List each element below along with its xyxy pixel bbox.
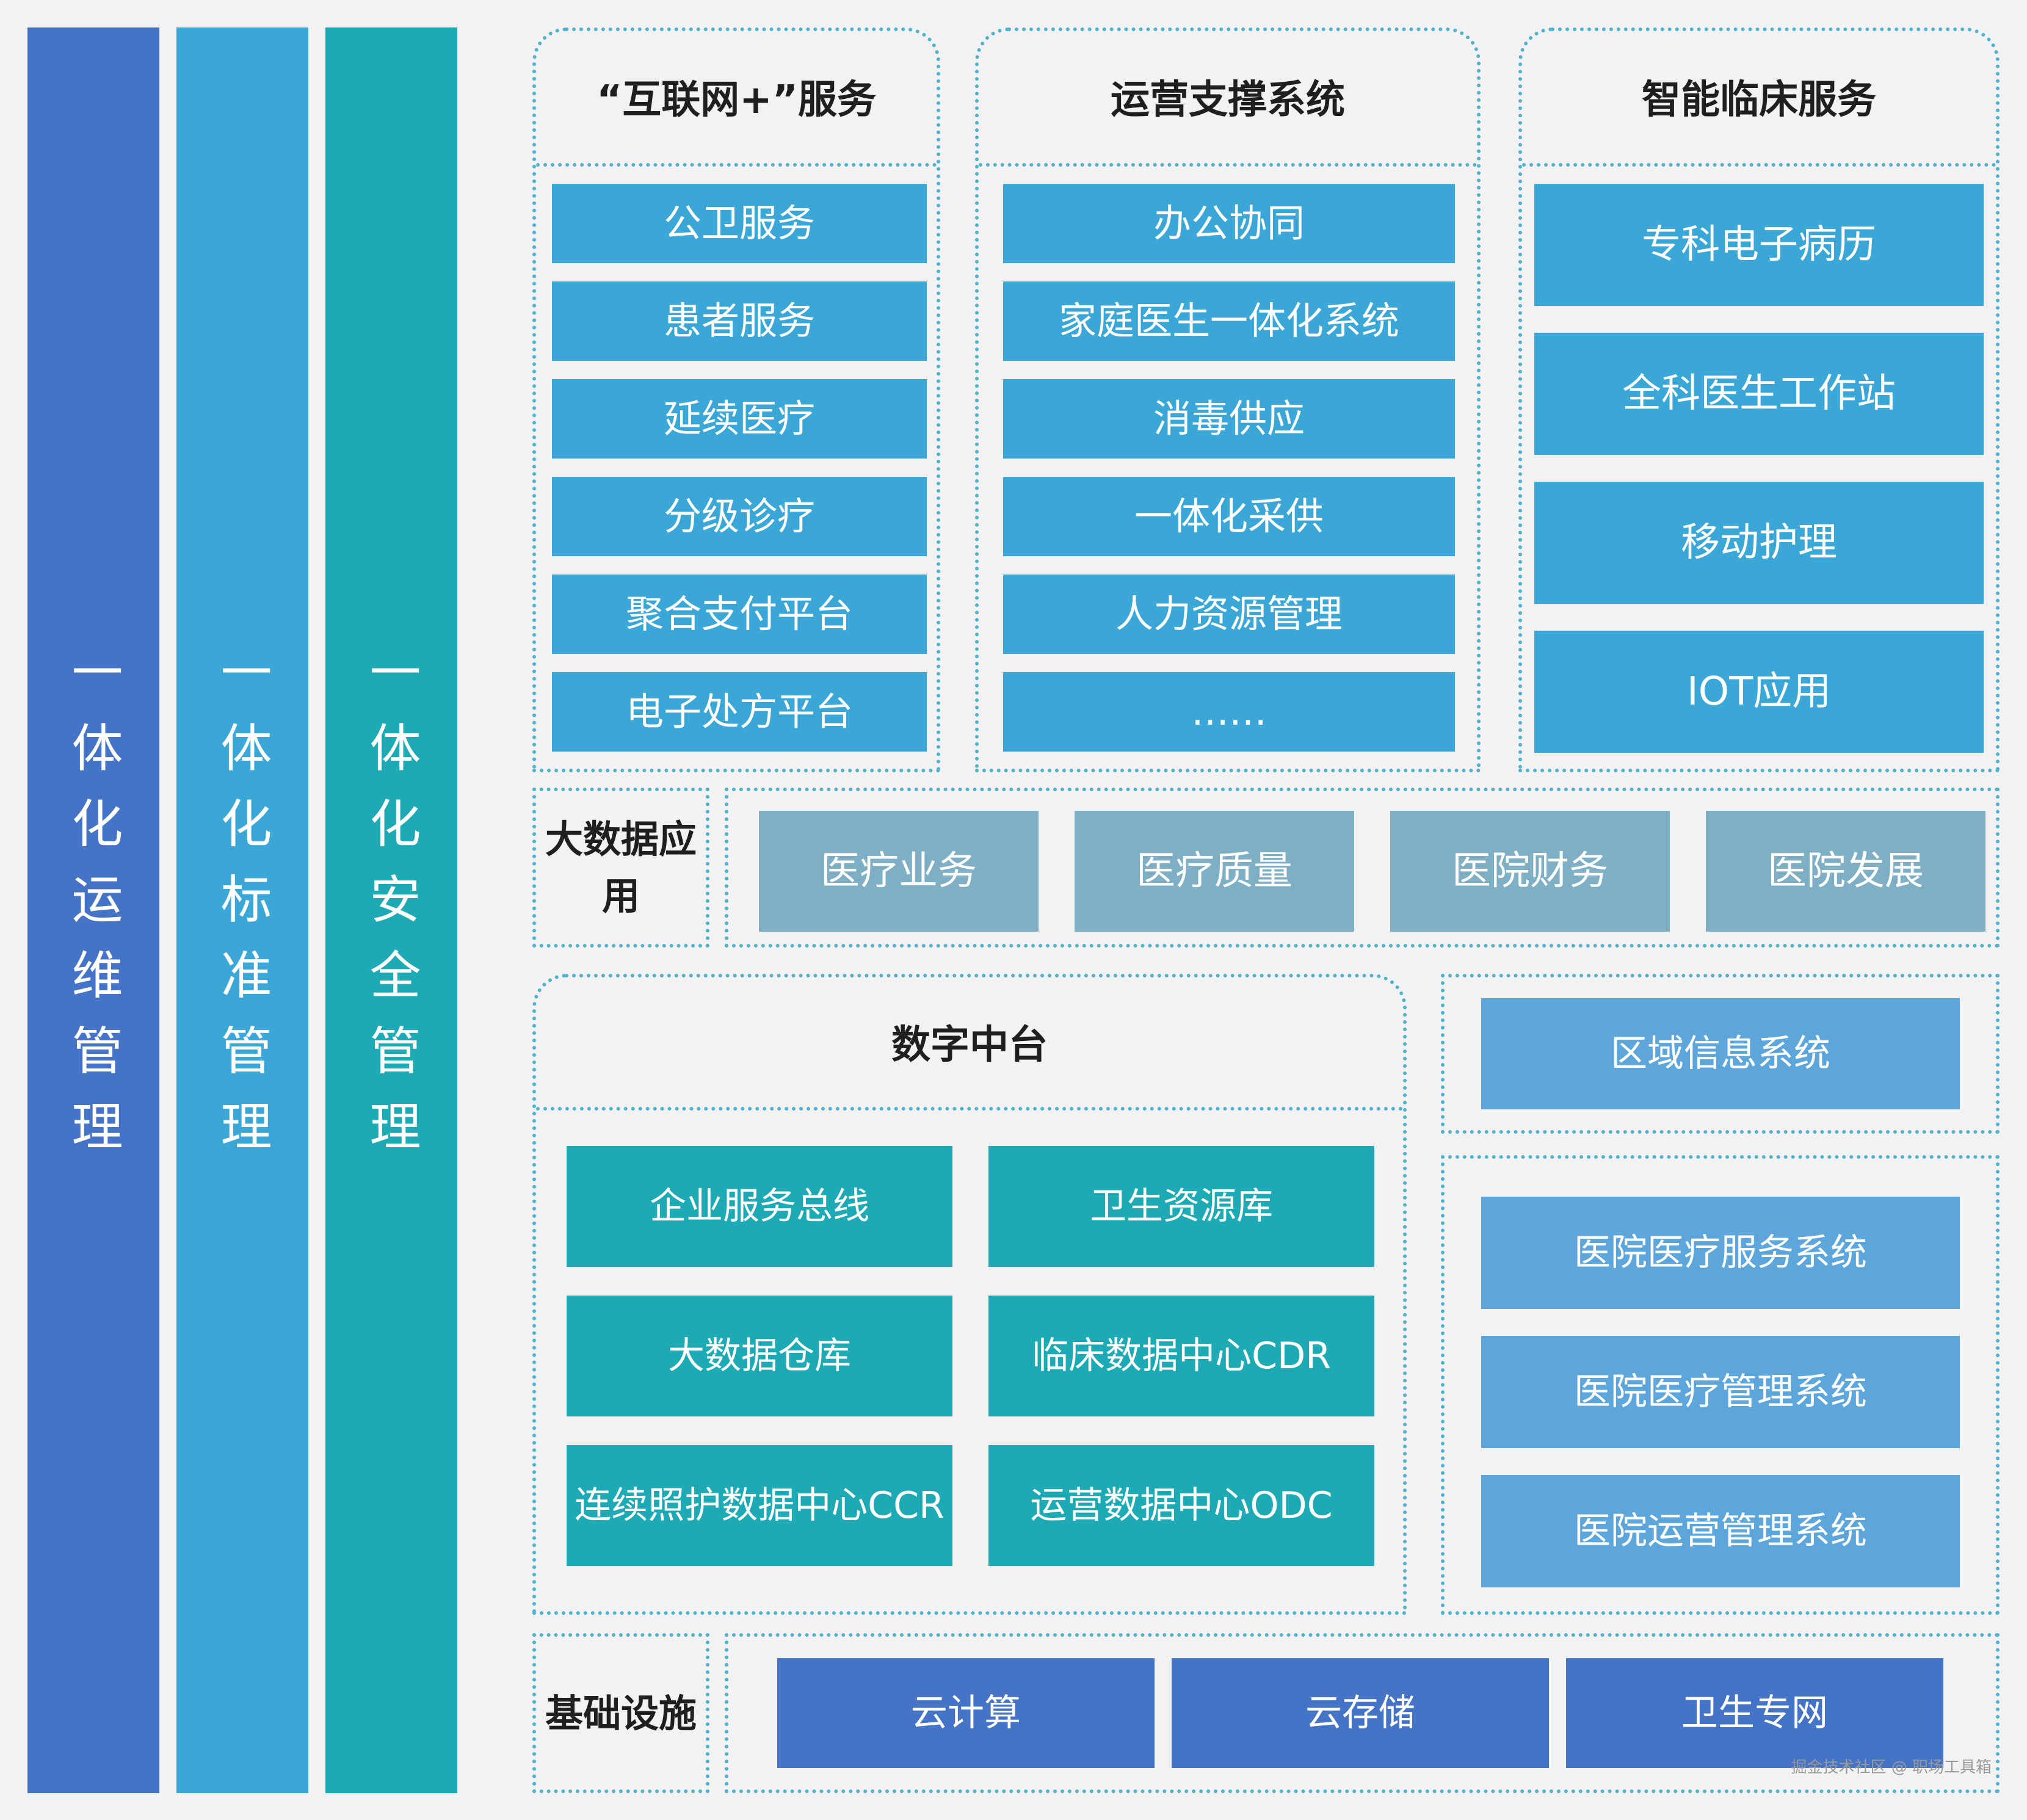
platform-box: 卫生资源库 (988, 1146, 1374, 1267)
clinical-service-panel: 智能临床服务 专科电子病历 全科医生工作站 移动护理 IOT应用 (1518, 27, 2000, 772)
service-box: 一体化采供 (1003, 477, 1455, 556)
big-data-box: 医院财务 (1390, 811, 1670, 932)
service-box: 患者服务 (552, 281, 927, 361)
big-data-box: 医疗质量 (1075, 811, 1354, 932)
big-data-label: 大数据应用 (545, 817, 697, 918)
service-box: IOT应用 (1534, 631, 1984, 753)
pillar-standards-label: 一体化标准管理 (212, 645, 272, 1175)
service-box: 家庭医生一体化系统 (1003, 281, 1455, 361)
hospital-system-box: 医院运营管理系统 (1481, 1475, 1960, 1587)
platform-box: 运营数据中心ODC (988, 1445, 1374, 1566)
digital-platform-panel: 数字中台 企业服务总线 卫生资源库 大数据仓库 临床数据中心CDR 连续照护数据… (532, 974, 1407, 1615)
internet-service-title: “互联网+”服务 (596, 78, 876, 123)
service-box: 移动护理 (1534, 482, 1984, 604)
service-box: 全科医生工作站 (1534, 333, 1984, 455)
watermark: 掘金技术社区 @ 职场工具箱 (1791, 1758, 1992, 1777)
regional-panel: 区域信息系统 (1441, 974, 2000, 1134)
service-box: 聚合支付平台 (552, 575, 927, 654)
hospital-systems-panel: 医院医疗服务系统 医院医疗管理系统 医院运营管理系统 (1441, 1155, 2000, 1615)
panel-divider (536, 1107, 1403, 1111)
infrastructure-box: 云计算 (777, 1658, 1155, 1768)
infrastructure-box: 云存储 (1172, 1658, 1549, 1768)
big-data-label-panel: 大数据应用 (532, 788, 709, 948)
infrastructure-box: 卫生专网 (1566, 1658, 1943, 1768)
internet-service-panel: “互联网+”服务 公卫服务 患者服务 延续医疗 分级诊疗 聚合支付平台 电子处方… (532, 27, 940, 772)
hospital-system-box: 医院医疗管理系统 (1481, 1336, 1960, 1448)
big-data-box: 医疗业务 (759, 811, 1039, 932)
service-box: 公卫服务 (552, 184, 927, 263)
service-box: 分级诊疗 (552, 477, 927, 556)
digital-platform-title: 数字中台 (891, 1023, 1048, 1068)
panel-divider (1522, 163, 1996, 167)
service-box: …… (1003, 672, 1455, 752)
clinical-service-title: 智能临床服务 (1642, 78, 1876, 123)
service-box: 延续医疗 (552, 379, 927, 459)
big-data-panel: 医疗业务 医疗质量 医院财务 医院发展 (725, 788, 2000, 948)
pillar-operations: 一体化运维管理 (27, 27, 159, 1793)
panel-divider (536, 163, 937, 167)
service-box: 人力资源管理 (1003, 575, 1455, 654)
panel-divider (979, 163, 1477, 167)
regional-box: 区域信息系统 (1481, 998, 1960, 1109)
infrastructure-label: 基础设施 (545, 1691, 697, 1736)
service-box: 专科电子病历 (1534, 184, 1984, 306)
platform-box: 连续照护数据中心CCR (567, 1445, 952, 1566)
service-box: 电子处方平台 (552, 672, 927, 752)
service-box: 办公协同 (1003, 184, 1455, 263)
big-data-box: 医院发展 (1706, 811, 1985, 932)
platform-box: 大数据仓库 (567, 1296, 952, 1416)
pillar-security-label: 一体化安全管理 (361, 645, 421, 1175)
infrastructure-label-panel: 基础设施 (532, 1633, 709, 1793)
operations-support-panel: 运营支撑系统 办公协同 家庭医生一体化系统 消毒供应 一体化采供 人力资源管理 … (975, 27, 1481, 772)
pillar-standards: 一体化标准管理 (176, 27, 308, 1793)
pillar-operations-label: 一体化运维管理 (63, 645, 123, 1175)
pillar-security: 一体化安全管理 (325, 27, 457, 1793)
service-box: 消毒供应 (1003, 379, 1455, 459)
platform-box: 企业服务总线 (567, 1146, 952, 1267)
platform-box: 临床数据中心CDR (988, 1296, 1374, 1416)
operations-support-title: 运营支撑系统 (1111, 78, 1345, 123)
hospital-system-box: 医院医疗服务系统 (1481, 1197, 1960, 1309)
